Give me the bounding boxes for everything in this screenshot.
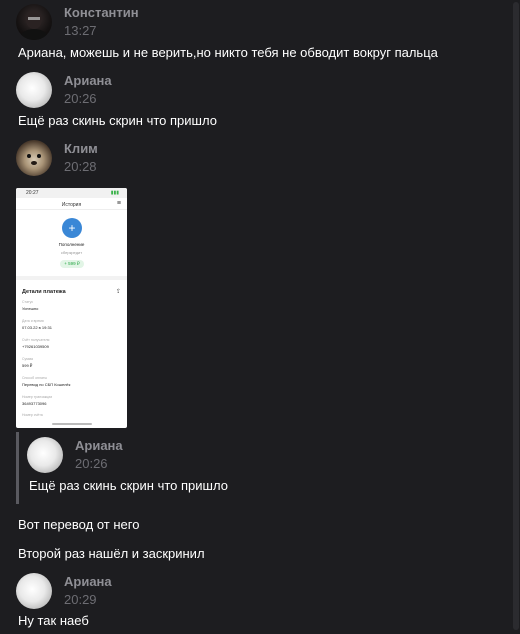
reply-author[interactable]: Ариана [75,438,123,453]
scrollbar-thumb[interactable] [513,2,519,630]
amount-badge: + 599 ₽ [60,260,84,268]
plus-icon: + [62,218,82,238]
reply-time: 20:26 [75,456,108,471]
detail-value: 36493773096 [22,401,47,406]
message-time: 20:29 [64,592,97,607]
user-avatar-white-icon[interactable] [27,437,63,473]
details-title: Детали платежа [22,289,66,295]
message-author[interactable]: Ариана [64,73,112,88]
recipient-sub: сберкредит [60,250,83,255]
image-attachment[interactable]: 20:27 ▮▮▮ История ≡ + Пополнение сберкре… [16,188,127,428]
phone-nav-bar: История ≡ [16,198,127,210]
user-avatar-white-icon[interactable] [16,573,52,609]
menu-icon: ≡ [116,200,121,207]
detail-label: Номер транзакции [22,395,53,399]
phone-status-bar: 20:27 ▮▮▮ [16,188,127,198]
phone-nav-title: История [61,202,82,208]
detail-label: Номер счёта [22,413,43,417]
reply-quote[interactable]: Ариана 20:26 Ещё раз скинь скрин что при… [16,432,416,504]
detail-label: Способ оплаты [22,376,47,380]
detail-value: 07.03.22 в 19:31 [22,325,52,330]
message-author[interactable]: Ариана [64,574,112,589]
user-avatar-dog-icon[interactable] [16,140,52,176]
home-indicator [52,423,92,425]
detail-value: 599 ₽ [22,363,33,368]
message-header: Константин 13:27 [16,4,216,42]
message-author[interactable]: Клим [64,141,98,156]
phone-status-time: 20:27 [26,190,39,196]
reply-header: Ариана 20:26 [27,437,227,475]
message-text: Ариана, можешь и не верить,но никто тебя… [18,45,438,60]
user-avatar-dark-icon[interactable] [16,4,52,40]
message-header: Ариана 20:26 [16,72,216,110]
message-author[interactable]: Константин [64,5,139,20]
reply-text: Ещё раз скинь скрин что пришло [29,478,228,493]
detail-value: Перевод по СБП Кошелёк [22,382,71,387]
share-icon: ⇪ [115,289,121,295]
message-time: 13:27 [64,23,97,38]
scrollbar[interactable] [512,0,520,634]
detail-label: Дата и время [22,319,44,323]
message-text: Ну так наеб [18,613,89,628]
recipient-name: Пополнение [58,242,85,247]
message-text: Второй раз нашёл и заскринил [18,546,205,561]
message-header: Ариана 20:29 [16,573,216,611]
message-time: 20:26 [64,91,97,106]
detail-label: Счёт получателя [22,338,50,342]
message-time: 20:28 [64,159,97,174]
detail-label: Статус [22,300,34,304]
message-text: Вот перевод от него [18,517,140,532]
message-text: Ещё раз скинь скрин что пришло [18,113,217,128]
message-header: Клим 20:28 [16,140,216,178]
detail-value: +79261039509 [22,344,49,349]
user-avatar-white-icon[interactable] [16,72,52,108]
detail-value: Успешно [22,306,39,311]
signal-battery-icon: ▮▮▮ [110,190,119,196]
chat-log: Константин 13:27 Ариана, можешь и не вер… [0,0,512,634]
detail-label: Сумма [22,357,33,361]
divider [16,276,127,280]
